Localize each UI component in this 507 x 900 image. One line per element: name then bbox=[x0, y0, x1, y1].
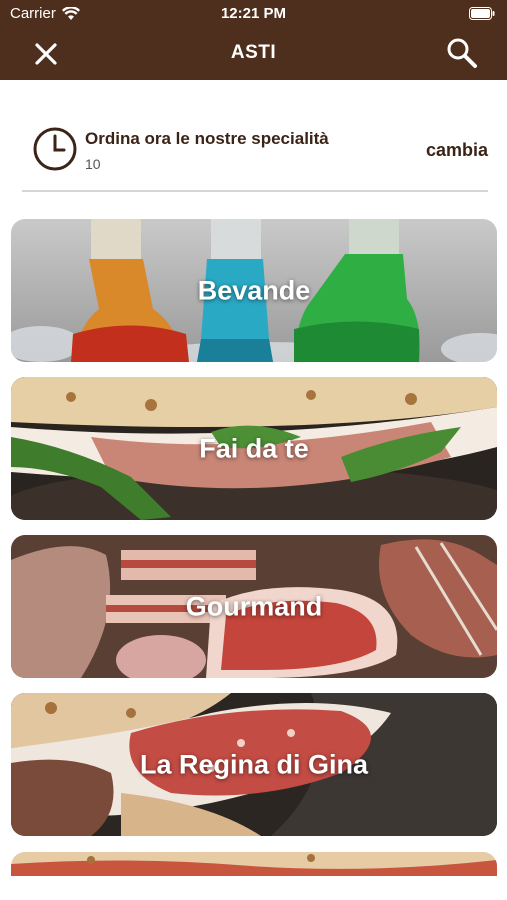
navigation-bar: ASTI bbox=[0, 28, 507, 80]
order-banner: Ordina ora le nostre specialità 10 cambi… bbox=[22, 110, 488, 192]
category-list: Bevande Fai da te Gourmand La Regina di … bbox=[11, 219, 497, 851]
page-title: ASTI bbox=[230, 42, 277, 63]
category-card-la-regina-di-gina[interactable]: La Regina di Gina bbox=[11, 693, 497, 836]
category-label: Bevande bbox=[197, 275, 311, 305]
app-header: Carrier 12:21 PM ASTI bbox=[0, 0, 507, 80]
order-subtitle: 10 bbox=[85, 156, 101, 172]
category-card-gourmand[interactable]: Gourmand bbox=[11, 535, 497, 678]
change-button[interactable]: cambia bbox=[426, 140, 488, 161]
status-bar: Carrier 12:21 PM bbox=[0, 0, 507, 28]
order-title: Ordina ora le nostre specialità bbox=[85, 129, 329, 148]
category-label: Gourmand bbox=[185, 591, 323, 621]
clock-icon bbox=[33, 127, 77, 171]
battery-icon bbox=[469, 7, 495, 20]
category-card-partial[interactable] bbox=[11, 852, 497, 876]
food-image bbox=[11, 852, 497, 876]
status-time: 12:21 PM bbox=[220, 5, 287, 22]
category-label: La Regina di Gina bbox=[139, 749, 369, 779]
search-icon[interactable] bbox=[445, 36, 479, 70]
category-card-bevande[interactable]: Bevande bbox=[11, 219, 497, 362]
category-label: Fai da te bbox=[199, 433, 309, 463]
category-card-fai-da-te[interactable]: Fai da te bbox=[11, 377, 497, 520]
